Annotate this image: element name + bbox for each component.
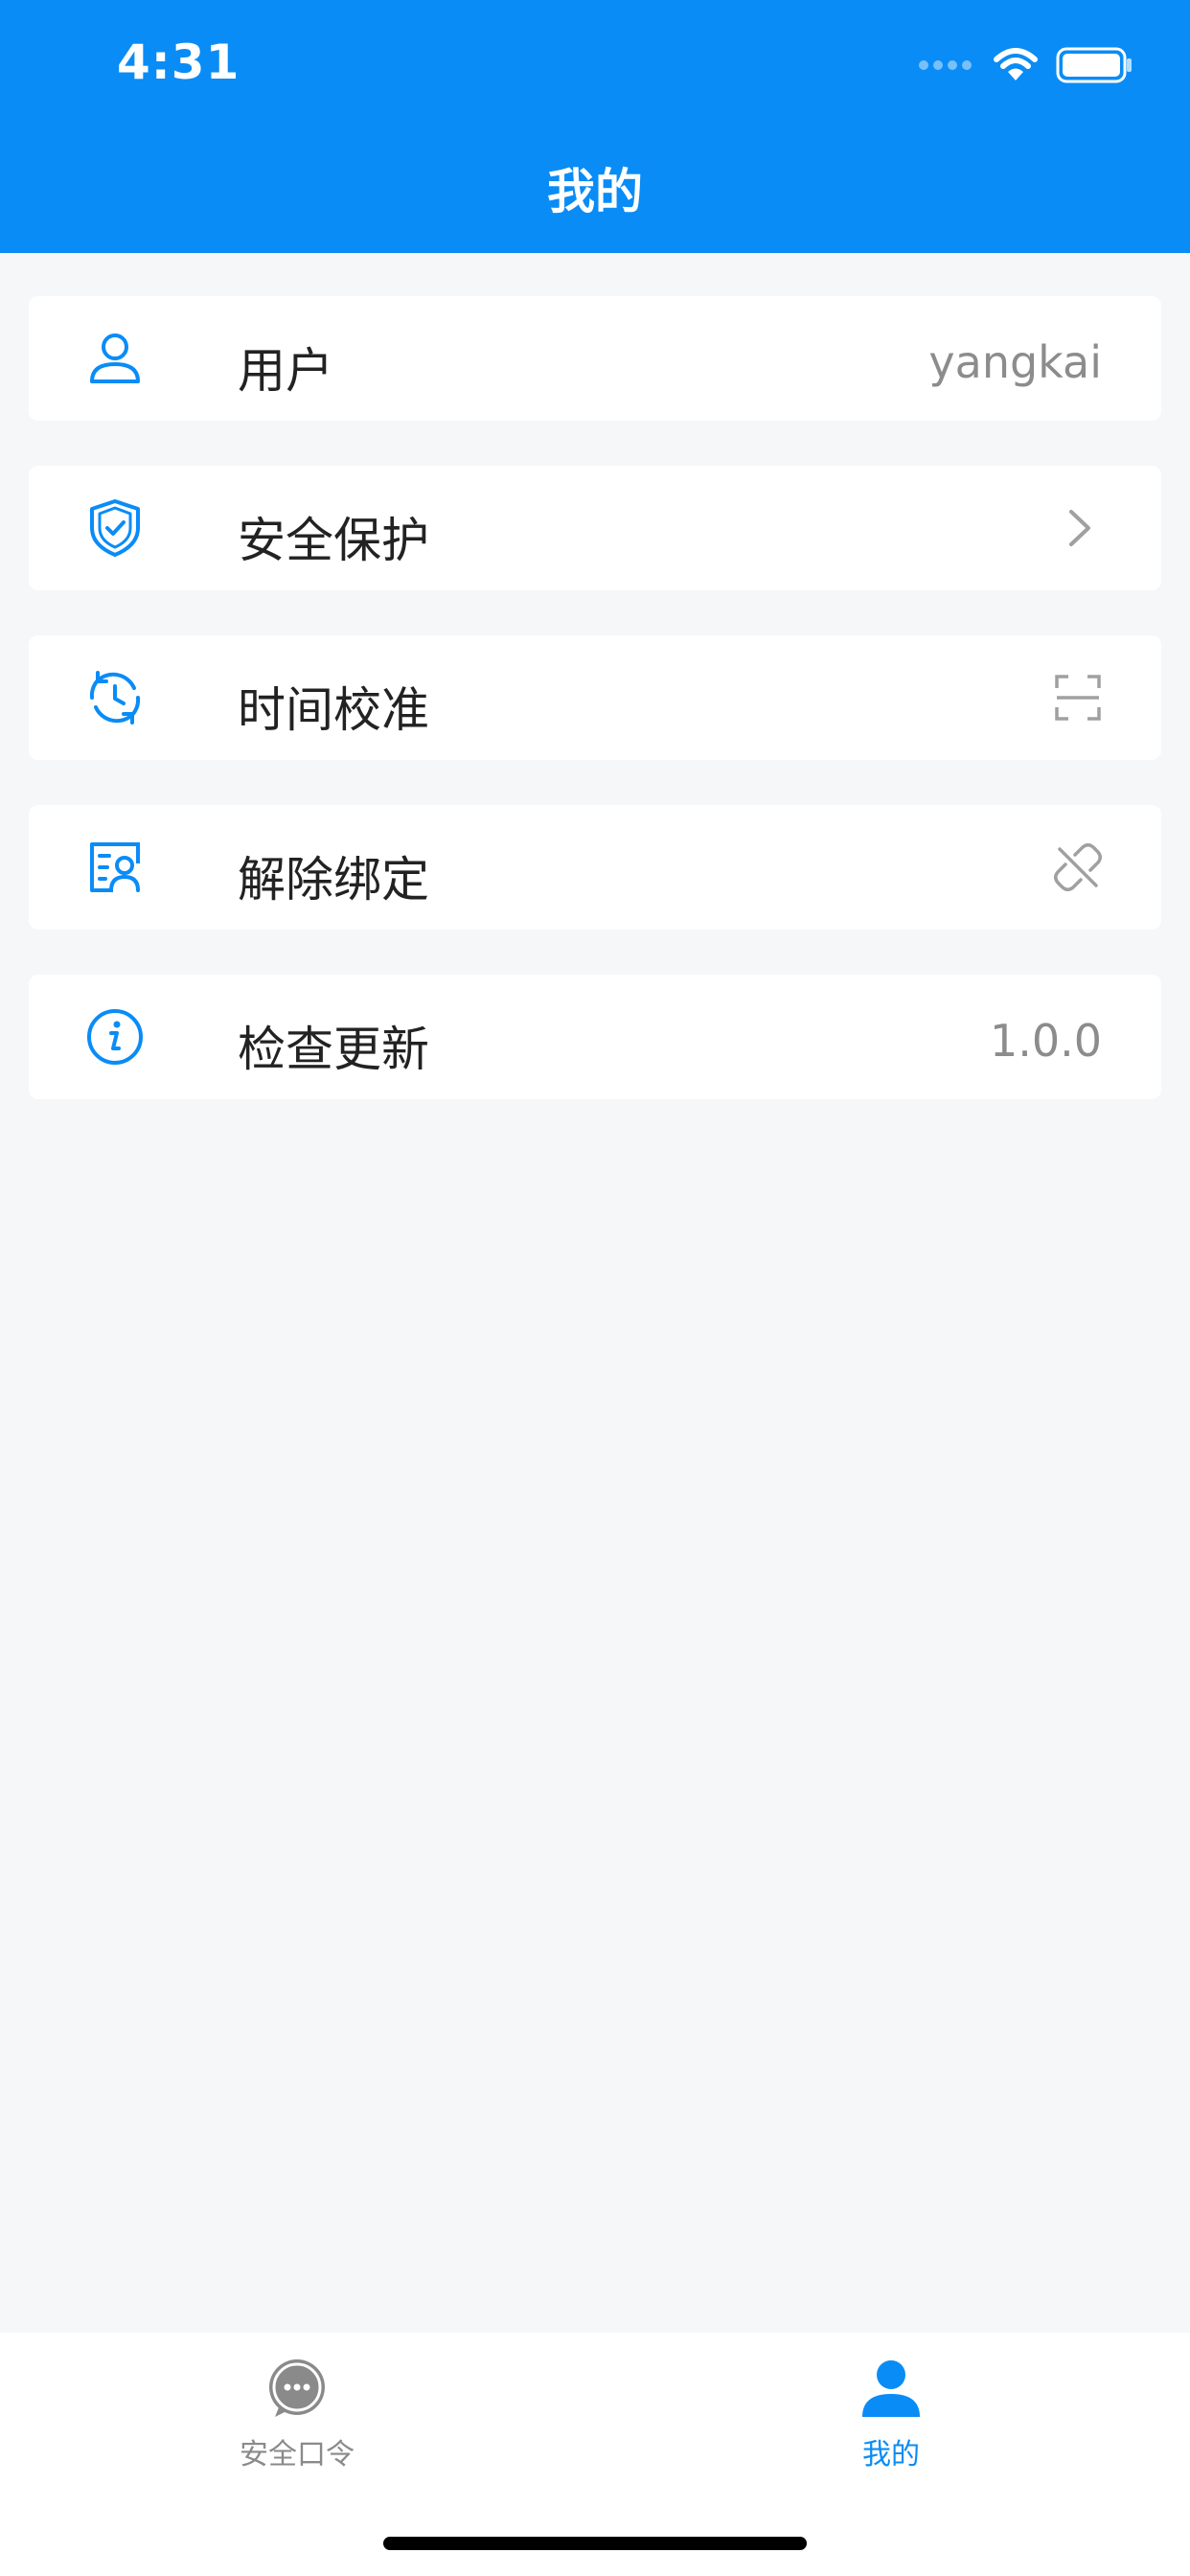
check-update-label: 检查更新 [238,1022,429,1077]
shield-icon [90,499,140,557]
person-icon [862,2360,920,2417]
user-row[interactable]: 用户 yangkai [29,296,1161,421]
signal-dots-icon [919,60,972,70]
battery-icon [1056,47,1132,83]
id-card-icon [90,842,140,892]
security-protection-label: 安全保护 [238,513,429,568]
check-update-row[interactable]: 检查更新 1.0.0 [29,975,1161,1099]
tab-mine-label: 我的 [862,2438,920,2472]
unbind-row[interactable]: 解除绑定 [29,805,1161,930]
scan-frame-icon[interactable] [1054,674,1102,722]
tab-security-code-label: 安全口令 [240,2438,355,2472]
chat-dots-icon [269,2359,325,2417]
unbind-label: 解除绑定 [238,852,429,908]
home-indicator[interactable] [383,2537,807,2550]
time-calibration-label: 时间校准 [238,682,429,738]
version-value: 1.0.0 [989,1015,1102,1067]
top-header: 4:31 我的 [0,0,1190,253]
chevron-right-icon [1069,510,1090,546]
user-icon [90,334,140,383]
tab-security-code[interactable]: 安全口令 [172,2358,422,2472]
clock-sync-icon [89,671,141,724]
info-icon [87,1009,143,1065]
status-time: 4:31 [117,34,240,90]
user-label: 用户 [238,343,333,399]
wifi-icon [994,48,1038,80]
security-protection-row[interactable]: 安全保护 [29,466,1161,590]
status-icons [918,46,1133,84]
unlink-icon[interactable] [1054,843,1102,891]
time-calibration-row[interactable]: 时间校准 [29,635,1161,760]
tab-mine[interactable]: 我的 [767,2358,1016,2472]
username-value: yangkai [928,336,1102,388]
page-title: 我的 [547,164,643,219]
